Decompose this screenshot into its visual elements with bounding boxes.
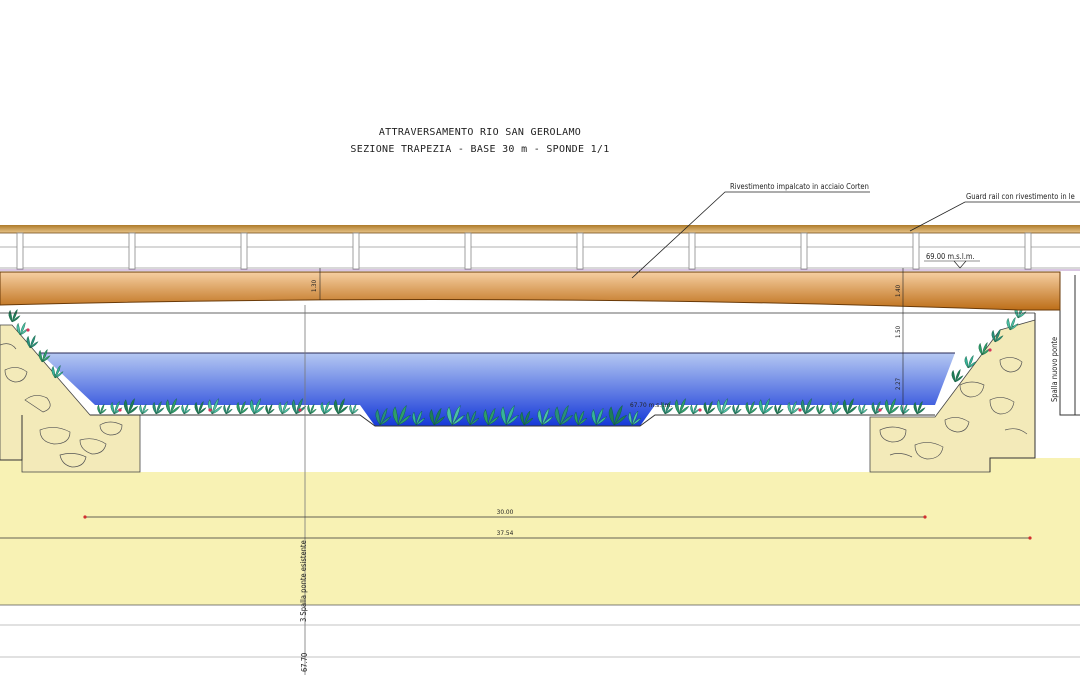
guard-rail-posts (16, 232, 1032, 270)
guard-rail-post (800, 232, 808, 270)
water-depth-dimension: 2.27 (895, 378, 902, 390)
guard-rail-post (912, 232, 920, 270)
leader-lines (631, 191, 1080, 279)
cross-section-drawing: ATTRAVERSAMENTO RIO SAN GEROLAMO SEZIONE… (0, 0, 1080, 675)
deck-thickness-left: 1.30 (311, 279, 318, 292)
plant-tuft (223, 403, 233, 415)
level-triangle-icon (953, 260, 967, 269)
guard-rail-post (464, 232, 472, 270)
deck-thickness-right: 1.40 (895, 284, 902, 297)
guard-rail-post (240, 232, 248, 270)
plant-tuft (951, 368, 964, 383)
plant-tuft (774, 403, 784, 415)
plant-tuft (181, 403, 191, 415)
guard-rail-post (352, 232, 360, 270)
guard-rail-beam (0, 225, 1080, 233)
flower-dot (118, 408, 122, 412)
guard-rail-post (1024, 232, 1032, 270)
section-svg: Rivestimento impalcato in acciaio Corten… (0, 182, 1080, 675)
guard-rail-post (128, 232, 136, 270)
plant-tuft (8, 308, 21, 323)
new-abutment-label: Spalla nuovo ponte (1050, 337, 1059, 402)
plant-tuft (265, 403, 275, 415)
base-width-label: 30.00 (497, 508, 514, 516)
plant-tuft (139, 403, 149, 415)
flower-dot (798, 408, 802, 412)
guard-rail-post (576, 232, 584, 270)
plant-tuft (858, 403, 868, 415)
plant-tuft (97, 403, 107, 415)
guard-rail-post (688, 232, 696, 270)
clearance-dimension: 1.50 (895, 325, 902, 338)
flower-dot (988, 348, 992, 352)
plant-tuft (816, 403, 826, 415)
plant-tuft (690, 403, 700, 415)
deck-level-label: 69.00 m.s.l.m. (926, 252, 975, 261)
plant-tuft (307, 403, 317, 415)
existing-abutment-label: 3 Spalla ponte esistente (299, 540, 308, 622)
flower-dot (698, 408, 702, 412)
flower-dot (208, 408, 212, 412)
total-width-label: 37.54 (497, 529, 514, 537)
flower-dot (26, 328, 30, 332)
flower-dot (878, 408, 882, 412)
guard-rail-post (16, 232, 24, 270)
plant-tuft (900, 403, 910, 415)
bottom-level-label: 67.70 (300, 653, 309, 672)
water-level-label: 67.70 m.s.l.m. (630, 401, 672, 409)
plant-tuft (732, 403, 742, 415)
plant-tuft (349, 403, 359, 415)
deck-cladding-label: Rivestimento impalcato in acciaio Corten (730, 182, 869, 191)
flower-dot (298, 408, 302, 412)
guard-rail-label: Guard rail con rivestimento in le (966, 192, 1075, 201)
